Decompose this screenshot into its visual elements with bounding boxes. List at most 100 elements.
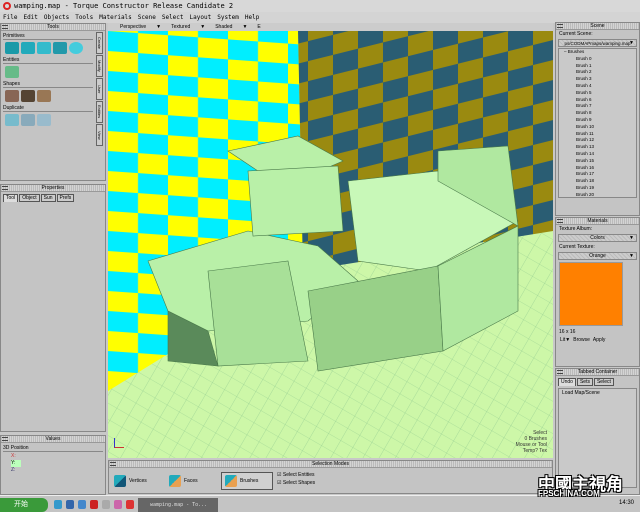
tree-item[interactable]: Brush 5: [559, 90, 636, 97]
pyramid-icon[interactable]: [37, 42, 51, 54]
panel-grip-icon[interactable]: [557, 24, 563, 28]
tab-sets[interactable]: Sets: [576, 378, 593, 386]
tree-item[interactable]: Brush 6: [559, 97, 636, 104]
cube-icon[interactable]: [5, 42, 19, 54]
tree-item[interactable]: Brush 11: [559, 131, 636, 138]
current-texture-dropdown[interactable]: Orange: [558, 252, 637, 260]
view-mode-dropdown[interactable]: Perspective: [120, 23, 146, 31]
menu-file[interactable]: File: [3, 12, 17, 23]
window-title: wamping.map - Torque Constructor Release…: [14, 2, 234, 10]
cylinder-icon[interactable]: [21, 42, 35, 54]
lit-dropdown[interactable]: Lit▼: [560, 337, 570, 343]
tab-entities[interactable]: Entities: [96, 101, 103, 123]
tree-item[interactable]: Brush 16: [559, 165, 636, 172]
tree-item[interactable]: Brush 7: [559, 103, 636, 110]
tab-tool[interactable]: Tool: [3, 194, 19, 202]
tab-object[interactable]: Object: [19, 194, 40, 202]
texture-mode-dropdown[interactable]: Textured: [171, 23, 190, 31]
ie-icon[interactable]: [54, 500, 62, 509]
menu-materials[interactable]: Materials: [99, 12, 132, 23]
panel-grip-icon[interactable]: [110, 462, 116, 466]
tree-root-label: Brushes: [567, 49, 585, 54]
quicklaunch-icon[interactable]: [66, 500, 74, 509]
tree-item[interactable]: Brush 8: [559, 110, 636, 117]
tree-item[interactable]: Brush 1: [559, 63, 636, 70]
browse-button[interactable]: Browse: [573, 337, 590, 343]
quicklaunch-icon[interactable]: [126, 500, 134, 509]
menu-system[interactable]: System: [217, 12, 239, 23]
menu-layout[interactable]: Layout: [190, 12, 212, 23]
menu-edit[interactable]: Edit: [23, 12, 37, 23]
menu-bar: File Edit Objects Tools Materials Scene Select…: [0, 12, 640, 23]
desktop-icon[interactable]: [102, 500, 110, 509]
shape-door-icon[interactable]: [37, 90, 51, 102]
start-button[interactable]: 开始: [0, 498, 48, 512]
panel-grip-icon[interactable]: [2, 186, 8, 190]
tree-item[interactable]: Brush 10: [559, 124, 636, 131]
tree-item[interactable]: Brush 17: [559, 171, 636, 178]
panel-title: Tools: [47, 24, 59, 30]
texture-album-dropdown[interactable]: Colors: [558, 234, 637, 242]
select-shapes-checkbox[interactable]: ☑ Select Shapes: [277, 479, 315, 487]
y-field[interactable]: Y:: [11, 460, 21, 467]
tab-undo[interactable]: Undo: [558, 378, 576, 386]
z-field[interactable]: Z:: [11, 467, 105, 474]
tree-item[interactable]: Brush 12: [559, 137, 636, 144]
tree-item[interactable]: Brush 14: [559, 151, 636, 158]
light-entity-icon[interactable]: [5, 66, 19, 78]
tree-item[interactable]: Brush 0: [559, 56, 636, 63]
quicklaunch-icon[interactable]: [114, 500, 122, 509]
brushes-mode-button[interactable]: Brushes: [221, 472, 273, 490]
duplicate-line-icon[interactable]: [5, 114, 19, 126]
tree-item[interactable]: Brush 13: [559, 144, 636, 151]
extra-button[interactable]: E: [257, 23, 260, 31]
tab-select[interactable]: Select: [593, 378, 614, 386]
taskbar-item-torque[interactable]: wamping.map - To...: [138, 498, 218, 512]
shape-figure-icon[interactable]: [21, 90, 35, 102]
3d-viewport[interactable]: Select 0 Brushes Mouse or Tool Temp? Tex: [108, 31, 553, 458]
tree-item[interactable]: Brush 15: [559, 158, 636, 165]
quicklaunch-icon[interactable]: [78, 500, 86, 509]
axis-gizmo-icon: [114, 438, 124, 448]
tree-item[interactable]: Brush 18: [559, 178, 636, 185]
tree-item[interactable]: Brush 4: [559, 83, 636, 90]
acrobat-icon[interactable]: [90, 500, 98, 509]
select-entities-checkbox[interactable]: ☑ Select Entities: [277, 471, 315, 479]
scene-panel: Scene Current Scene: ps/CODMAPmaps/wampi…: [555, 22, 640, 216]
undo-item[interactable]: Load Map/Scene: [562, 390, 633, 396]
tree-item[interactable]: Brush 19: [559, 185, 636, 192]
tree-root[interactable]: – Brushes: [559, 49, 636, 56]
menu-scene[interactable]: Scene: [138, 12, 156, 23]
tree-item[interactable]: Brush 3: [559, 76, 636, 83]
shade-mode-dropdown[interactable]: Shaded: [215, 23, 232, 31]
menu-tools[interactable]: Tools: [75, 12, 93, 23]
tab-sun[interactable]: Sun: [40, 194, 56, 202]
tab-prefs[interactable]: Prefs: [56, 194, 75, 202]
tab-user[interactable]: User: [96, 78, 103, 100]
tab-modify[interactable]: Modify: [96, 55, 103, 77]
tab-create[interactable]: Create: [96, 32, 103, 54]
values-panel: Values 3D Position X: Y: Z:: [0, 435, 106, 495]
wedge-icon[interactable]: [53, 42, 67, 54]
panel-grip-icon[interactable]: [2, 437, 8, 441]
shape-arch-icon[interactable]: [5, 90, 19, 102]
faces-mode-button[interactable]: Faces: [166, 472, 201, 490]
menu-select[interactable]: Select: [162, 12, 184, 23]
duplicate-array-icon[interactable]: [37, 114, 51, 126]
current-scene-dropdown[interactable]: ps/CODMAPmaps/wamping.map: [558, 39, 637, 47]
tree-item[interactable]: Brush 2: [559, 69, 636, 76]
panel-grip-icon[interactable]: [557, 219, 563, 223]
panel-grip-icon[interactable]: [557, 370, 563, 374]
duplicate-scatter-icon[interactable]: [21, 114, 35, 126]
scene-tree[interactable]: – Brushes Brush 0 Brush 1 Brush 2 Brush 3 Br…: [558, 48, 637, 198]
panel-grip-icon[interactable]: [2, 25, 8, 29]
tree-item[interactable]: Brush 20: [559, 192, 636, 197]
tab-view[interactable]: View: [96, 124, 103, 146]
menu-objects[interactable]: Objects: [44, 12, 69, 23]
apply-button[interactable]: Apply: [593, 337, 606, 343]
vertices-mode-button[interactable]: Vertices: [111, 472, 150, 490]
x-field[interactable]: X:: [11, 453, 105, 460]
tree-item[interactable]: Brush 9: [559, 117, 636, 124]
menu-help[interactable]: Help: [245, 12, 259, 23]
sphere-icon[interactable]: [69, 42, 83, 54]
